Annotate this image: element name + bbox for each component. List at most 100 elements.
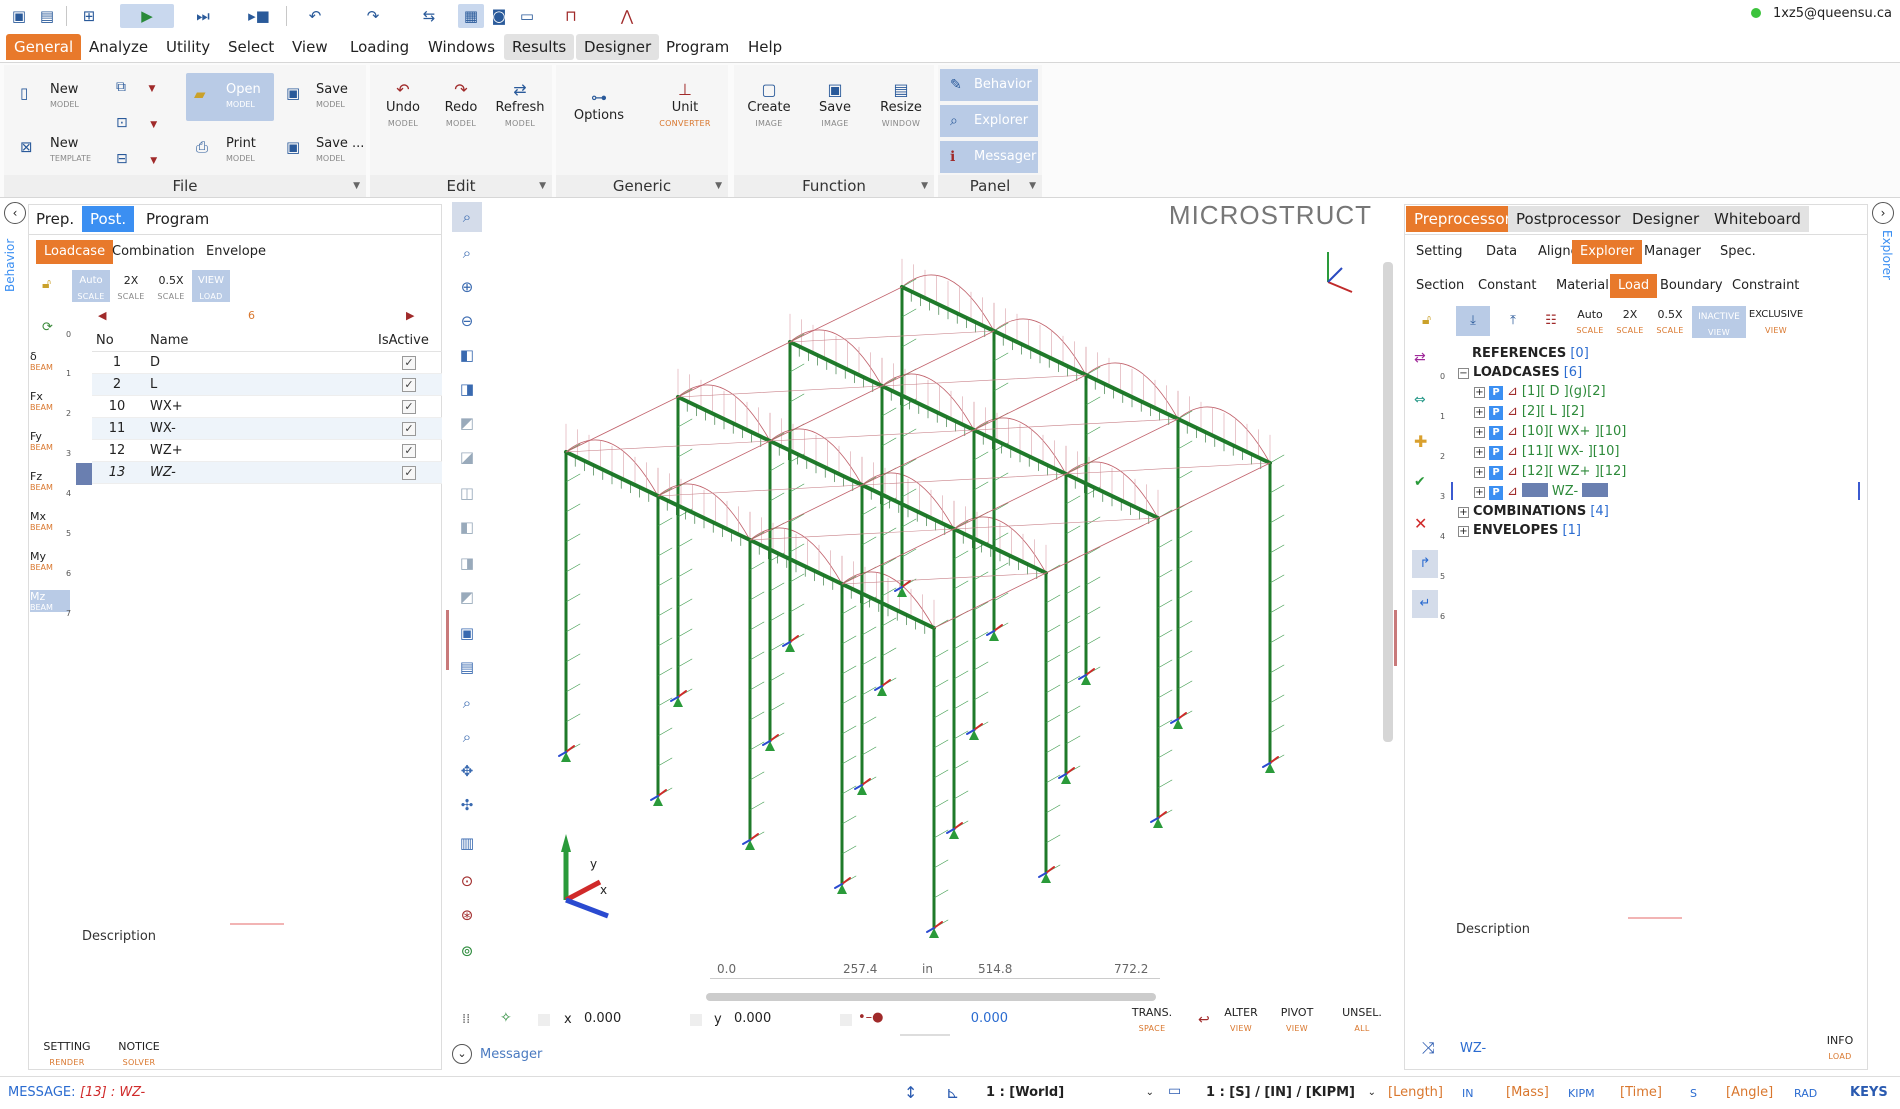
- truss-icon[interactable]: ⋀: [614, 4, 640, 28]
- zoom-out-icon[interactable]: ⊖: [452, 306, 482, 336]
- print-model-button[interactable]: ⎙ Print MODEL: [196, 137, 276, 167]
- subtab-setting[interactable]: Setting: [1408, 240, 1471, 264]
- expand-icon[interactable]: +: [1474, 387, 1485, 398]
- messager-panel-button[interactable]: ℹ Messager: [940, 141, 1038, 173]
- refresh-list-icon[interactable]: ⟳: [42, 320, 53, 335]
- isactive-checkbox[interactable]: ✓: [402, 422, 416, 436]
- subtab-load[interactable]: Load: [1610, 274, 1658, 298]
- collapse-right-icon[interactable]: ›: [1872, 202, 1894, 224]
- isactive-checkbox[interactable]: ✓: [402, 444, 416, 458]
- tree-loadcase-item[interactable]: + P ⊿ [12][ WZ+ ][12]: [1474, 463, 1626, 481]
- behavior-panel-button[interactable]: ✎ Behavior: [940, 69, 1038, 101]
- zoom-window-icon[interactable]: ⌕: [452, 238, 482, 268]
- copy-icon[interactable]: ⧉ ▼: [116, 79, 176, 99]
- scale-2x-button[interactable]: 2X SCALE: [112, 270, 150, 302]
- undo-icon[interactable]: ↶: [302, 4, 328, 28]
- chevron-down-icon[interactable]: ▼: [715, 175, 722, 197]
- info-load-button[interactable]: INFO LOAD: [1820, 1034, 1860, 1064]
- menu-view[interactable]: View: [284, 34, 336, 60]
- right-splitter[interactable]: [1394, 610, 1397, 666]
- tab-designer[interactable]: Designer: [1624, 206, 1708, 232]
- swap-order-icon[interactable]: ⇄: [1414, 350, 1426, 366]
- lock-icon[interactable]: 🔓︎: [42, 276, 51, 292]
- vertical-scrollbar[interactable]: [1382, 202, 1394, 988]
- scale-2x-button[interactable]: 2X SCALE: [1610, 308, 1650, 338]
- subtab-envelope[interactable]: Envelope: [198, 240, 274, 264]
- open-model-button[interactable]: ▰ Open MODEL: [186, 73, 274, 121]
- left-splitter[interactable]: [446, 610, 449, 670]
- y-input[interactable]: 0.000: [732, 1008, 828, 1030]
- menu-general[interactable]: General: [6, 34, 82, 60]
- save-image-button[interactable]: ▣ Save IMAGE: [804, 82, 866, 131]
- edit-icon[interactable]: ✔: [1414, 474, 1426, 490]
- screen-icon[interactable]: ▣: [452, 618, 482, 648]
- distance-input[interactable]: 0.000: [908, 1008, 1008, 1030]
- distance-checkbox[interactable]: [840, 1014, 852, 1026]
- move-down-icon[interactable]: ↵: [1412, 590, 1438, 618]
- add-icon[interactable]: ✚: [1414, 432, 1427, 451]
- subtab-explorer[interactable]: Explorer: [1572, 240, 1643, 264]
- tree-loadcases[interactable]: − LOADCASES [6]: [1458, 364, 1582, 382]
- subtab-constant[interactable]: Constant: [1470, 274, 1544, 298]
- notice-solver-button[interactable]: NOTICE SOLVER: [108, 1040, 170, 1070]
- prev-record-icon[interactable]: ◀: [98, 309, 106, 322]
- refresh-button[interactable]: ⇄ Refresh MODEL: [492, 82, 548, 131]
- isactive-checkbox[interactable]: ✓: [402, 378, 416, 392]
- table-row-selected[interactable]: 13 WZ- ✓: [92, 462, 442, 484]
- undo-button[interactable]: ↶ Undo MODEL: [376, 82, 430, 131]
- new-template-button[interactable]: ⊠ New TEMPLATE: [20, 137, 110, 167]
- behavior-side-label[interactable]: Behavior: [3, 232, 23, 292]
- redo-icon[interactable]: ↷: [360, 4, 386, 28]
- view-front-icon[interactable]: ◨: [452, 374, 482, 404]
- swap-icon[interactable]: ⇆: [416, 4, 442, 28]
- step-run-icon[interactable]: ⏭: [190, 4, 216, 28]
- target-icon[interactable]: ⊙: [452, 866, 482, 896]
- table-row[interactable]: 12 WZ+ ✓: [92, 440, 442, 462]
- run-icon[interactable]: ▶: [120, 4, 174, 28]
- subtab-spec[interactable]: Spec.: [1712, 240, 1764, 264]
- chevron-down-icon[interactable]: ▼: [539, 175, 546, 197]
- view-load-button[interactable]: VIEW LOAD: [192, 270, 230, 302]
- user-account[interactable]: 1xz5@queensu.ca: [1750, 6, 1892, 21]
- camera-icon[interactable]: ◙: [486, 4, 512, 28]
- frame-icon[interactable]: ⊓: [558, 4, 584, 28]
- load-up-icon[interactable]: ⤒: [1496, 306, 1530, 336]
- menu-program[interactable]: Program: [658, 34, 737, 60]
- setting-render-button[interactable]: SETTING RENDER: [36, 1040, 98, 1070]
- view-back-icon[interactable]: ◩: [452, 408, 482, 438]
- scale-half-button[interactable]: 0.5X SCALE: [152, 270, 190, 302]
- expand-icon[interactable]: +: [1474, 407, 1485, 418]
- subtab-loadcase[interactable]: Loadcase: [36, 240, 114, 264]
- vertical-resize-icon[interactable]: ↕: [904, 1083, 917, 1102]
- explorer-side-label[interactable]: Explorer: [1874, 230, 1894, 290]
- menu-select[interactable]: Select: [220, 34, 282, 60]
- isactive-checkbox[interactable]: ✓: [402, 400, 416, 414]
- expand-icon[interactable]: +: [1458, 507, 1469, 518]
- tree-references[interactable]: REFERENCES [0]: [1472, 345, 1589, 363]
- tree-loadcase-item-selected[interactable]: + P ⊿ WZ-: [1474, 483, 1609, 501]
- subtab-combination[interactable]: Combination: [104, 240, 203, 264]
- zoom-extent-icon[interactable]: ⌕: [452, 688, 482, 718]
- inactive-view-button[interactable]: INACTIVE VIEW: [1692, 306, 1746, 338]
- table-row[interactable]: 1 D ✓: [92, 352, 442, 374]
- expand-icon[interactable]: +: [1474, 467, 1485, 478]
- isactive-checkbox[interactable]: ✓: [402, 466, 416, 480]
- tree-loadcase-item[interactable]: + P ⊿ [11][ WX- ][10]: [1474, 443, 1620, 461]
- tree-combinations[interactable]: + COMBINATIONS [4]: [1458, 503, 1609, 521]
- y-checkbox[interactable]: [690, 1014, 702, 1026]
- load-down-icon[interactable]: ⤓: [1456, 306, 1490, 336]
- chevron-down-icon[interactable]: ▼: [1029, 175, 1036, 197]
- zoom-all-icon[interactable]: ⌕: [452, 722, 482, 752]
- view-right-icon[interactable]: ◫: [452, 478, 482, 508]
- collapse-left-icon[interactable]: ‹: [4, 202, 26, 224]
- subtab-boundary[interactable]: Boundary: [1652, 274, 1731, 298]
- menu-loading[interactable]: Loading: [342, 34, 417, 60]
- list-icon[interactable]: ☷: [1536, 306, 1566, 336]
- unit-system-select[interactable]: 1 : [S] / [IN] / [KIPM] ⌄: [1206, 1081, 1378, 1105]
- chevron-down-icon[interactable]: ▼: [353, 175, 360, 197]
- horizontal-scrollbar[interactable]: [486, 992, 1366, 1002]
- auto-scale-button[interactable]: Auto SCALE: [1570, 308, 1610, 338]
- isactive-checkbox[interactable]: ✓: [402, 356, 416, 370]
- tree-loadcase-item[interactable]: + P ⊿ [10][ WX+ ][10]: [1474, 423, 1626, 441]
- resize-window-button[interactable]: ▤ Resize WINDOW: [870, 82, 932, 131]
